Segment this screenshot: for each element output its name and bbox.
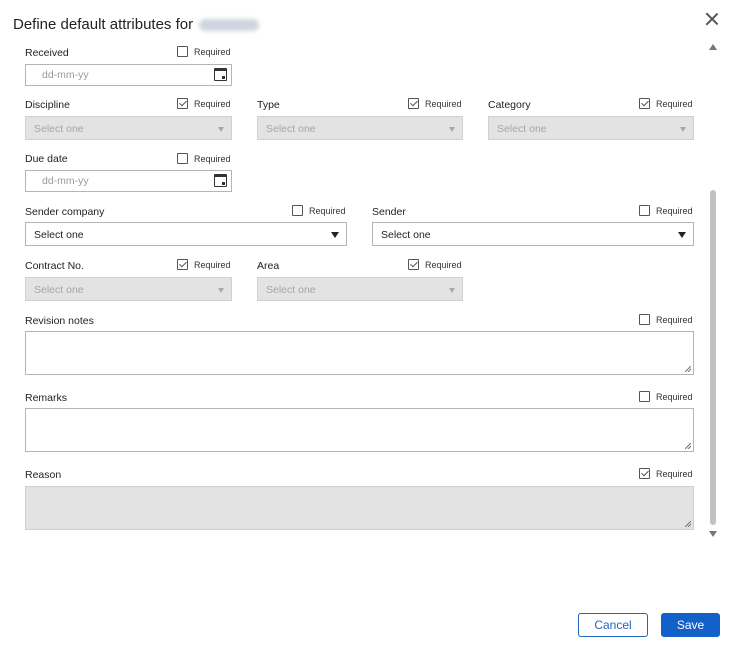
due-date-input[interactable]: dd-mm-yy — [25, 170, 232, 192]
discipline-label: Discipline — [25, 99, 70, 111]
required-label: Required — [656, 468, 693, 479]
required-label: Required — [425, 259, 462, 270]
category-select: Select one — [488, 116, 694, 140]
due-date-required[interactable]: Required — [177, 153, 231, 164]
discipline-required[interactable]: Required — [177, 98, 231, 109]
revision-notes-textarea[interactable] — [25, 331, 694, 375]
calendar-icon[interactable] — [214, 174, 227, 187]
required-label: Required — [309, 205, 346, 216]
resize-handle-icon — [685, 521, 691, 527]
scroll-down-icon[interactable] — [709, 531, 717, 537]
scroll-up-icon[interactable] — [709, 44, 717, 50]
category-required[interactable]: Required — [639, 98, 693, 109]
reason-required[interactable]: Required — [639, 468, 693, 479]
required-checkbox[interactable] — [177, 98, 188, 109]
chevron-down-icon — [218, 127, 224, 132]
redacted-name — [199, 19, 260, 32]
received-placeholder: dd-mm-yy — [42, 69, 89, 81]
chevron-down-icon — [449, 127, 455, 132]
required-checkbox[interactable] — [639, 205, 650, 216]
cancel-button[interactable]: Cancel — [578, 613, 648, 637]
sender-value: Select one — [381, 229, 431, 241]
required-label: Required — [194, 46, 231, 57]
sender-label: Sender — [372, 206, 406, 218]
required-checkbox[interactable] — [408, 98, 419, 109]
required-checkbox[interactable] — [177, 153, 188, 164]
sender-company-required[interactable]: Required — [292, 205, 346, 216]
chevron-down-icon — [218, 288, 224, 293]
required-label: Required — [656, 98, 693, 109]
area-label: Area — [257, 260, 280, 272]
required-label: Required — [194, 98, 231, 109]
required-checkbox[interactable] — [639, 98, 650, 109]
contract-no-value: Select one — [34, 284, 84, 296]
contract-no-select: Select one — [25, 277, 232, 301]
received-label: Received — [25, 47, 69, 59]
type-select: Select one — [257, 116, 463, 140]
contract-no-required[interactable]: Required — [177, 259, 231, 270]
revision-notes-required[interactable]: Required — [639, 314, 693, 325]
chevron-down-icon — [678, 232, 686, 238]
contract-no-label: Contract No. — [25, 260, 84, 272]
remarks-label: Remarks — [25, 392, 68, 404]
discipline-value: Select one — [34, 123, 84, 135]
required-label: Required — [656, 205, 693, 216]
remarks-required[interactable]: Required — [639, 391, 693, 402]
due-date-label: Due date — [25, 153, 68, 165]
sender-company-select[interactable]: Select one — [25, 222, 347, 246]
type-label: Type — [257, 99, 280, 111]
required-checkbox[interactable] — [639, 314, 650, 325]
required-checkbox[interactable] — [639, 468, 650, 479]
calendar-icon[interactable] — [214, 68, 227, 81]
chevron-down-icon — [449, 288, 455, 293]
required-label: Required — [194, 153, 231, 164]
sender-select[interactable]: Select one — [372, 222, 694, 246]
scrollbar-thumb[interactable] — [710, 190, 716, 525]
required-label: Required — [656, 314, 693, 325]
category-label: Category — [488, 99, 531, 111]
required-label: Required — [425, 98, 462, 109]
required-checkbox[interactable] — [292, 205, 303, 216]
reason-textarea — [25, 486, 694, 530]
chevron-down-icon — [680, 127, 686, 132]
received-date-input[interactable]: dd-mm-yy — [25, 64, 232, 86]
area-value: Select one — [266, 284, 316, 296]
required-checkbox[interactable] — [639, 391, 650, 402]
resize-handle-icon[interactable] — [685, 366, 691, 372]
sender-company-label: Sender company — [25, 206, 105, 218]
sender-required[interactable]: Required — [639, 205, 693, 216]
area-required[interactable]: Required — [408, 259, 462, 270]
received-required[interactable]: Required — [177, 46, 231, 57]
revision-notes-label: Revision notes — [25, 315, 94, 327]
category-value: Select one — [497, 123, 547, 135]
reason-label: Reason — [25, 469, 62, 481]
discipline-select: Select one — [25, 116, 232, 140]
required-label: Required — [194, 259, 231, 270]
type-value: Select one — [266, 123, 316, 135]
remarks-textarea[interactable] — [25, 408, 694, 452]
dialog-title: Define default attributes for — [13, 16, 260, 33]
type-required[interactable]: Required — [408, 98, 462, 109]
dialog-title-text: Define default attributes for — [13, 16, 194, 33]
due-date-placeholder: dd-mm-yy — [42, 175, 89, 187]
required-checkbox[interactable] — [408, 259, 419, 270]
required-checkbox[interactable] — [177, 46, 188, 57]
sender-company-value: Select one — [34, 229, 84, 241]
resize-handle-icon[interactable] — [685, 443, 691, 449]
save-button[interactable]: Save — [661, 613, 720, 637]
required-label: Required — [656, 391, 693, 402]
close-icon[interactable] — [705, 12, 719, 26]
chevron-down-icon — [331, 232, 339, 238]
required-checkbox[interactable] — [177, 259, 188, 270]
area-select: Select one — [257, 277, 463, 301]
